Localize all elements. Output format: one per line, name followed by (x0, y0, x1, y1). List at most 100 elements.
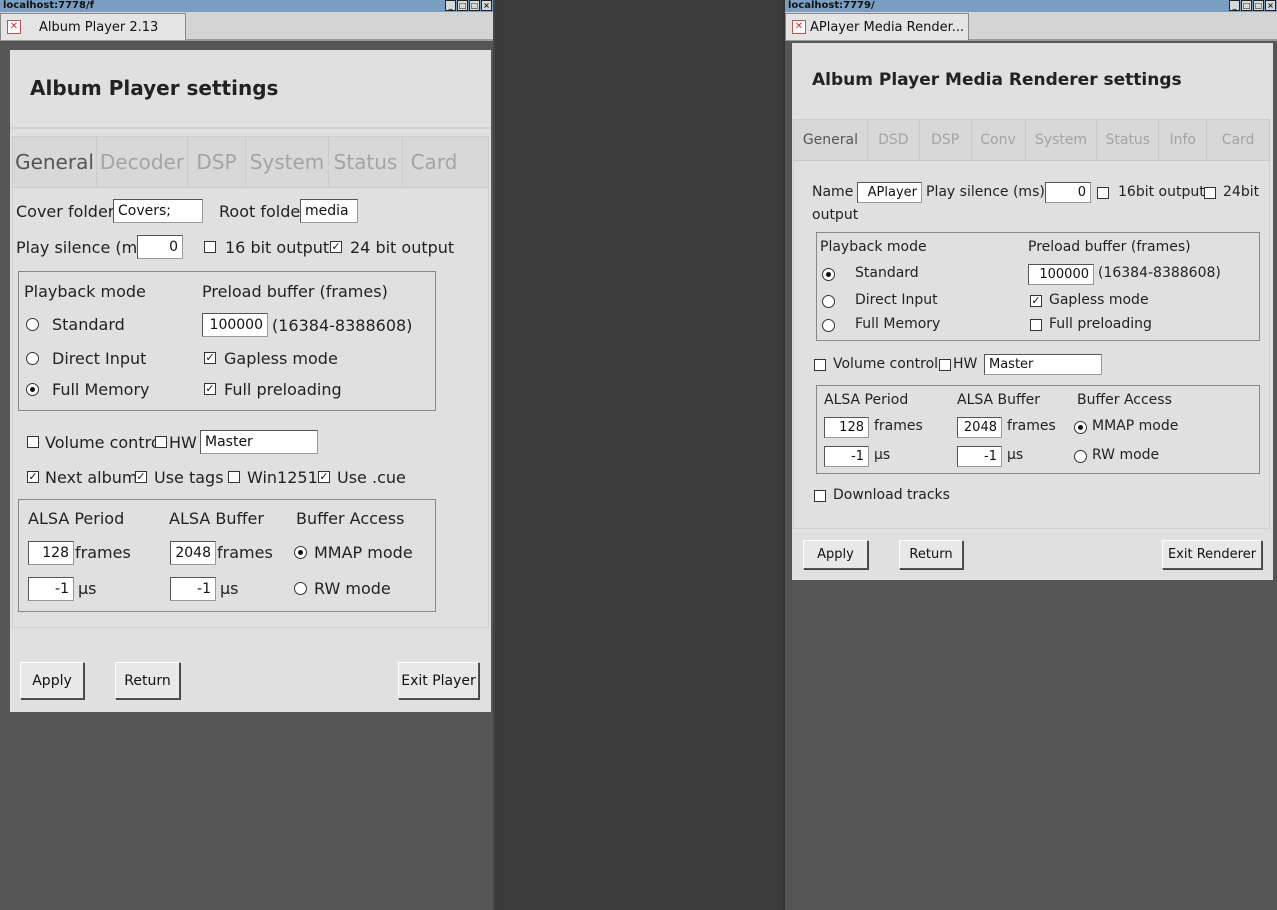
apply-button[interactable]: Apply (20, 662, 84, 699)
buffer-us-input[interactable]: -1 (957, 446, 1002, 467)
tab-system[interactable]: System (246, 137, 329, 187)
buffer-us-unit: µs (1007, 447, 1024, 463)
16bit-output-checkbox[interactable] (1097, 187, 1109, 199)
period-us-input[interactable]: -1 (28, 577, 74, 601)
browser-tab-title: Album Player 2.13 (39, 19, 159, 35)
return-button[interactable]: Return (899, 540, 963, 569)
use-tags-checkbox[interactable]: ✓ (135, 471, 147, 483)
left-titlebar: localhost:7778/f _ □ □ × (0, 0, 493, 12)
left-window-controls: _ □ □ × (445, 0, 492, 11)
desktop-gap (497, 0, 781, 910)
preload-buffer-input[interactable]: 100000 (1028, 264, 1094, 285)
full-preload-checkbox[interactable]: ✓ (204, 383, 216, 395)
hw-checkbox[interactable] (155, 436, 167, 448)
right-window-controls: _ □ □ × (1229, 0, 1276, 11)
alsa-buffer-label: ALSA Buffer (169, 509, 264, 528)
mode-direct-input-radio[interactable] (26, 352, 39, 365)
page-title: Album Player Media Renderer settings (812, 70, 1182, 90)
tab-general[interactable]: General (13, 137, 97, 187)
hw-checkbox[interactable] (939, 359, 951, 371)
tab-system[interactable]: System (1026, 120, 1098, 160)
tab-status[interactable]: Status (329, 137, 403, 187)
tab-decoder[interactable]: Decoder (97, 137, 188, 187)
exit-renderer-button[interactable]: Exit Renderer (1162, 540, 1262, 569)
browser-tab[interactable]: ✕ APlayer Media Render... (785, 13, 969, 40)
alsa-buffer-label: ALSA Buffer (957, 392, 1041, 408)
play-silence-input[interactable]: 0 (1045, 182, 1091, 203)
rw-mode-radio[interactable] (294, 582, 307, 595)
tab-card[interactable]: Card (1207, 120, 1269, 160)
play-silence-label: Play silence (ms) (926, 184, 1045, 200)
tab-close-icon[interactable]: ✕ (7, 20, 21, 34)
page-title: Album Player settings (30, 76, 279, 100)
close-icon[interactable]: × (1265, 0, 1276, 11)
mode-full-memory-radio[interactable] (822, 319, 835, 332)
browser-tab[interactable]: ✕ Album Player 2.13 (0, 13, 186, 40)
play-silence-input[interactable]: 0 (137, 235, 183, 259)
rw-mode-label: RW mode (1092, 447, 1160, 463)
return-button[interactable]: Return (115, 662, 180, 699)
volume-control-checkbox[interactable] (814, 359, 826, 371)
16bit-output-checkbox[interactable] (204, 241, 216, 253)
use-cue-label: Use .cue (337, 468, 406, 487)
buffer-us-input[interactable]: -1 (170, 577, 216, 601)
gapless-label: Gapless mode (224, 349, 338, 368)
maximize-icon[interactable]: □ (469, 0, 480, 11)
period-frames-input[interactable]: 128 (824, 417, 869, 438)
mode-direct-input-radio[interactable] (822, 295, 835, 308)
period-us-input[interactable]: -1 (824, 446, 869, 467)
alsa-period-label: ALSA Period (28, 509, 125, 528)
buffer-frames-input[interactable]: 2048 (957, 417, 1002, 438)
root-folder-label: Root folder (219, 202, 307, 221)
buffer-frames-input[interactable]: 2048 (170, 541, 216, 565)
mmap-mode-radio[interactable] (294, 546, 307, 559)
tab-general[interactable]: General (794, 120, 868, 160)
mixer-input[interactable]: Master (200, 430, 318, 454)
mode-standard-label: Standard (52, 315, 125, 334)
mixer-input[interactable]: Master (984, 354, 1102, 375)
mode-standard-radio[interactable] (822, 268, 835, 281)
apply-button[interactable]: Apply (803, 540, 868, 569)
mmap-mode-radio[interactable] (1074, 421, 1087, 434)
preload-buffer-input[interactable]: 100000 (202, 313, 268, 337)
name-input[interactable]: APlayer (857, 182, 922, 203)
left-url: localhost:7778/f (3, 0, 94, 11)
exit-player-button[interactable]: Exit Player (398, 662, 479, 699)
tab-status[interactable]: Status (1097, 120, 1160, 160)
tab-card[interactable]: Card (403, 137, 465, 187)
maximize-icon[interactable]: □ (1253, 0, 1264, 11)
tab-close-icon[interactable]: ✕ (792, 20, 806, 34)
gapless-checkbox[interactable]: ✓ (1030, 295, 1042, 307)
download-tracks-checkbox[interactable] (814, 490, 826, 502)
tab-info[interactable]: Info (1159, 120, 1208, 160)
settings-tabs: General DSD DSP Conv System Status Info … (793, 119, 1270, 161)
cover-folders-input[interactable]: Covers; (113, 199, 203, 223)
settings-tabs: General Decoder DSP System Status Card (12, 136, 489, 188)
next-album-checkbox[interactable]: ✓ (27, 471, 39, 483)
root-folder-input[interactable]: media (300, 199, 358, 223)
rw-mode-radio[interactable] (1074, 450, 1087, 463)
tab-dsd[interactable]: DSD (868, 120, 920, 160)
tab-dsp[interactable]: DSP (920, 120, 972, 160)
period-frames-input[interactable]: 128 (28, 541, 74, 565)
restore-icon[interactable]: □ (457, 0, 468, 11)
minimize-icon[interactable]: _ (1229, 0, 1240, 11)
24bit-output-checkbox[interactable] (1204, 187, 1216, 199)
close-icon[interactable]: × (481, 0, 492, 11)
tab-conv[interactable]: Conv (972, 120, 1026, 160)
preload-buffer-label: Preload buffer (frames) (202, 282, 388, 301)
buffer-frames-unit: frames (1007, 418, 1056, 434)
left-tab-strip: ✕ Album Player 2.13 (0, 12, 493, 41)
period-us-unit: µs (874, 447, 891, 463)
24bit-output-checkbox[interactable]: ✓ (330, 241, 342, 253)
gapless-checkbox[interactable]: ✓ (204, 352, 216, 364)
minimize-icon[interactable]: _ (445, 0, 456, 11)
mode-full-memory-radio[interactable] (26, 383, 39, 396)
full-preload-checkbox[interactable] (1030, 319, 1042, 331)
win1251-checkbox[interactable] (228, 471, 240, 483)
use-cue-checkbox[interactable]: ✓ (318, 471, 330, 483)
tab-dsp[interactable]: DSP (188, 137, 246, 187)
mode-standard-radio[interactable] (26, 318, 39, 331)
restore-icon[interactable]: □ (1241, 0, 1252, 11)
volume-control-checkbox[interactable] (27, 436, 39, 448)
